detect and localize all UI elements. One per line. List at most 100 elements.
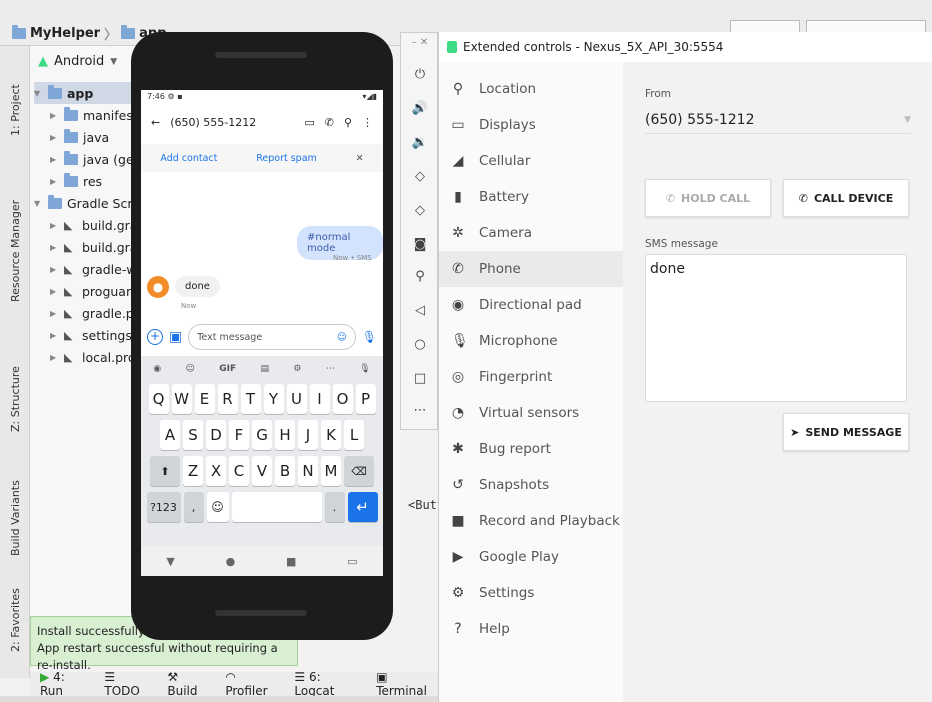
nav-item-google-play[interactable]: ▶ Google Play [439, 539, 623, 575]
volume-up-icon[interactable]: 🔊 [401, 101, 439, 116]
keyboard-switch-icon[interactable]: ▭ [347, 555, 357, 568]
nav-item-displays[interactable]: ▭ Displays [439, 107, 623, 143]
nav-item-battery[interactable]: ▮ Battery [439, 179, 623, 215]
keyboard-key[interactable]: T [240, 384, 261, 414]
keyboard-key[interactable]: V [252, 456, 272, 486]
keyboard-key[interactable]: S [183, 420, 203, 450]
close-icon[interactable]: ✕ [356, 153, 364, 164]
search-icon[interactable]: ⚲ [344, 116, 352, 129]
nav-item-location[interactable]: ⚲ Location [439, 71, 623, 107]
expand-arrow-icon[interactable]: ▼ [34, 89, 43, 98]
keyboard-key[interactable]: M [321, 456, 341, 486]
sticker-icon[interactable]: ☺ [185, 364, 194, 374]
expand-arrow-icon[interactable]: ▶ [50, 309, 59, 318]
tab-todo[interactable]: ☰ TODO [104, 670, 151, 698]
keyboard-key[interactable]: K [321, 420, 341, 450]
back-icon[interactable]: ◁ [401, 303, 439, 318]
keyboard-key[interactable]: Q [148, 384, 169, 414]
breadcrumb-project[interactable]: MyHelper [30, 26, 100, 41]
sms-message-input[interactable]: done [645, 254, 907, 402]
nav-item-microphone[interactable]: 🎙 Microphone [439, 323, 623, 359]
nav-item-camera[interactable]: ✲ Camera [439, 215, 623, 251]
nav-item-snapshots[interactable]: ↺ Snapshots [439, 467, 623, 503]
tab-profiler[interactable]: ◠ Profiler [225, 670, 278, 698]
backspace-key-icon[interactable]: ⌫ [344, 456, 374, 486]
key-comma[interactable]: , [183, 492, 204, 522]
tab-terminal[interactable]: ▣ Terminal [376, 670, 438, 698]
keyboard-key[interactable]: O [332, 384, 353, 414]
keyboard-key[interactable]: C [229, 456, 249, 486]
keyboard-key[interactable]: A [160, 420, 180, 450]
keyboard-key[interactable]: X [206, 456, 226, 486]
clipboard-icon[interactable]: ▤ [261, 364, 270, 374]
nav-recents-icon[interactable]: ■ [286, 555, 296, 568]
nav-item-phone[interactable]: ✆ Phone [439, 251, 623, 287]
report-spam-link[interactable]: Report spam [256, 153, 317, 164]
more-horiz-icon[interactable]: ⋯ [326, 364, 335, 374]
nav-item-settings[interactable]: ⚙ Settings [439, 575, 623, 611]
gif-sticker-icon[interactable]: ◉ [153, 364, 161, 374]
more-horiz-icon[interactable]: ⋯ [401, 403, 439, 418]
gear-icon[interactable]: ⚙ [293, 364, 301, 374]
expand-arrow-icon[interactable]: ▶ [50, 265, 59, 274]
home-icon[interactable]: ○ [401, 337, 439, 352]
send-message-button[interactable]: ➤ SEND MESSAGE [783, 413, 909, 451]
expand-arrow-icon[interactable]: ▶ [50, 221, 59, 230]
from-number-select[interactable]: (650) 555-1212 ▼ [645, 106, 911, 134]
expand-arrow-icon[interactable]: ▶ [50, 353, 59, 362]
keyboard-key[interactable]: E [194, 384, 215, 414]
zoom-icon[interactable]: ⚲ [401, 269, 439, 284]
keyboard-key[interactable]: U [286, 384, 307, 414]
message-input[interactable]: Text message ☺ [188, 324, 356, 350]
keyboard-key[interactable]: N [298, 456, 318, 486]
key-space[interactable] [231, 492, 322, 522]
nav-item-record-and-playback[interactable]: ■ Record and Playback [439, 503, 623, 539]
nav-item-bug-report[interactable]: ✱ Bug report [439, 431, 623, 467]
tab-structure[interactable]: Z: Structure [9, 366, 22, 432]
keyboard-key[interactable]: P [355, 384, 376, 414]
key-period[interactable]: . [324, 492, 345, 522]
rotate-left-icon[interactable]: ◇ [401, 169, 439, 184]
shift-key-icon[interactable]: ⬆ [150, 456, 180, 486]
keyboard-key[interactable]: G [252, 420, 272, 450]
keyboard-key[interactable]: W [171, 384, 192, 414]
keyboard-key[interactable]: R [217, 384, 238, 414]
project-view-selector[interactable]: ▲ Android ▼ [38, 54, 117, 69]
keyboard-key[interactable]: B [275, 456, 295, 486]
expand-arrow-icon[interactable]: ▶ [50, 133, 59, 142]
expand-arrow-icon[interactable]: ▶ [50, 331, 59, 340]
rotate-right-icon[interactable]: ◇ [401, 203, 439, 218]
nav-item-help[interactable]: ? Help [439, 611, 623, 647]
call-device-button[interactable]: ✆ CALL DEVICE [783, 179, 909, 217]
expand-arrow-icon[interactable]: ▼ [34, 199, 43, 208]
keyboard-key[interactable]: F [229, 420, 249, 450]
tab-project[interactable]: 1: Project [9, 84, 22, 136]
overview-icon[interactable]: □ [401, 371, 439, 386]
expand-arrow-icon[interactable]: ▶ [50, 243, 59, 252]
phone-call-icon[interactable]: ✆ [325, 116, 334, 129]
minimize-close-controls[interactable]: – ✕ [401, 37, 439, 48]
keyboard-key[interactable]: D [206, 420, 226, 450]
tab-run[interactable]: ▶ 4: Run [40, 670, 88, 698]
nav-item-fingerprint[interactable]: ◎ Fingerprint [439, 359, 623, 395]
key-symbols[interactable]: ?123 [146, 492, 181, 522]
tab-build-variants[interactable]: Build Variants [9, 480, 22, 556]
nav-home-icon[interactable]: ● [226, 555, 236, 568]
add-attachment-icon[interactable]: + [147, 329, 163, 345]
keyboard-key[interactable]: I [309, 384, 330, 414]
power-icon[interactable]: ⏻ [401, 67, 439, 82]
video-call-icon[interactable]: ▭ [304, 116, 314, 129]
enter-key-icon[interactable]: ↵ [347, 492, 378, 522]
expand-arrow-icon[interactable]: ▶ [50, 287, 59, 296]
gallery-icon[interactable]: ▣ [169, 329, 182, 345]
keyboard-key[interactable]: Z [183, 456, 203, 486]
emoji-icon[interactable]: ☺ [337, 332, 347, 343]
keyboard-key[interactable]: Y [263, 384, 284, 414]
keyboard-key[interactable]: H [275, 420, 295, 450]
expand-arrow-icon[interactable]: ▶ [50, 155, 59, 164]
expand-arrow-icon[interactable]: ▶ [50, 177, 59, 186]
nav-item-directional-pad[interactable]: ◉ Directional pad [439, 287, 623, 323]
tab-favorites[interactable]: 2: Favorites [9, 588, 22, 652]
back-arrow-icon[interactable]: ← [151, 116, 160, 129]
screenshot-camera-icon[interactable]: ◙ [401, 237, 439, 252]
